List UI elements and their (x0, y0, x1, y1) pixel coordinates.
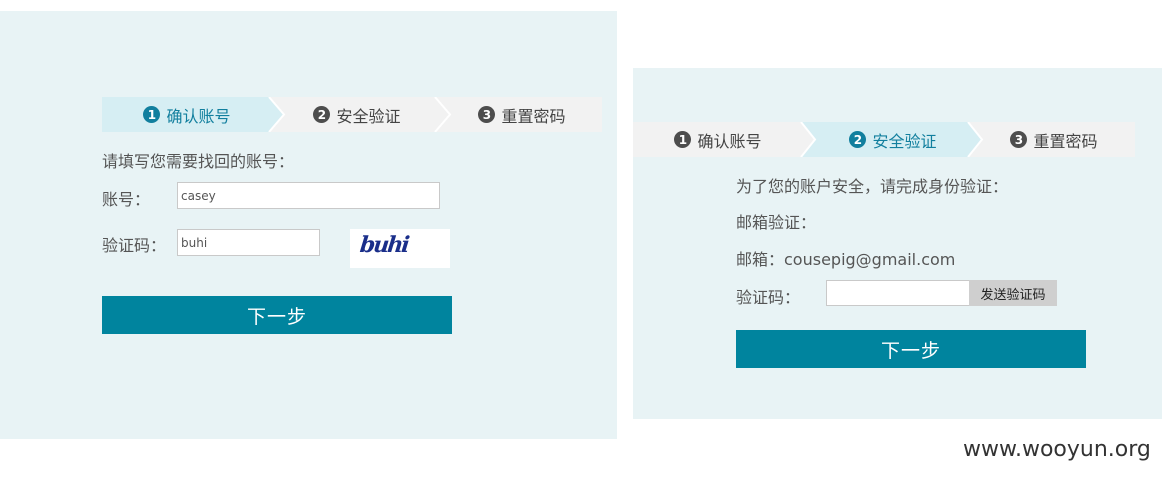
step-number-badge: 2 (849, 131, 867, 148)
captcha-input[interactable]: buhi (177, 229, 320, 256)
step-reset-password: 3 重置密码 (442, 97, 602, 132)
step-label: 安全验证 (872, 131, 937, 151)
watermark-text: www.wooyun.org (963, 437, 1151, 462)
step-label: 确认账号 (697, 131, 762, 151)
step-reset-password: 3 重置密码 (973, 122, 1135, 157)
captcha-image[interactable]: buhi (350, 229, 450, 268)
next-step-button[interactable]: 下一步 (102, 296, 452, 334)
step-confirm-account: 1 确认账号 (633, 122, 803, 157)
step-label: 重置密码 (501, 106, 566, 126)
step-number-badge: 3 (478, 106, 496, 123)
step-label: 重置密码 (1033, 131, 1098, 151)
step-number-badge: 1 (143, 106, 161, 123)
step-number-badge: 3 (1010, 131, 1028, 148)
find-account-panel: 1 确认账号 2 安全验证 3 重置密码 请填写您需要找回的账号： 账号： ca… (0, 11, 617, 439)
captcha-label: 验证码： (736, 288, 801, 307)
step-number-badge: 1 (674, 131, 692, 148)
account-label: 账号： (102, 190, 151, 209)
find-account-prompt: 请填写您需要找回的账号： (102, 152, 295, 171)
captcha-image-text: buhi (358, 232, 410, 258)
step-progress-bar: 1 确认账号 2 安全验证 3 重置密码 (633, 122, 1135, 157)
step-label: 安全验证 (336, 106, 401, 126)
email-verify-label: 邮箱验证： (736, 213, 817, 232)
step-security-verify: 2 安全验证 (272, 97, 442, 132)
verify-code-input[interactable] (826, 280, 970, 306)
identity-verify-prompt: 为了您的账户安全，请完成身份验证： (736, 177, 1009, 196)
account-input-value: casey (181, 188, 216, 203)
send-code-button[interactable]: 发送验证码 (969, 280, 1057, 306)
step-progress-bar: 1 确认账号 2 安全验证 3 重置密码 (102, 97, 602, 132)
captcha-label: 验证码： (102, 236, 167, 255)
step-number-badge: 2 (313, 106, 331, 123)
captcha-input-value: buhi (181, 235, 208, 250)
step-security-verify: 2 安全验证 (808, 122, 978, 157)
account-input[interactable]: casey (177, 182, 440, 209)
step-confirm-account: 1 确认账号 (102, 97, 272, 132)
next-step-button[interactable]: 下一步 (736, 330, 1086, 368)
security-verify-panel: 1 确认账号 2 安全验证 3 重置密码 为了您的账户安全，请完成身份验证： 邮… (633, 68, 1162, 419)
email-address-text: 邮箱：cousepig@gmail.com (736, 250, 956, 269)
step-label: 确认账号 (166, 106, 231, 126)
